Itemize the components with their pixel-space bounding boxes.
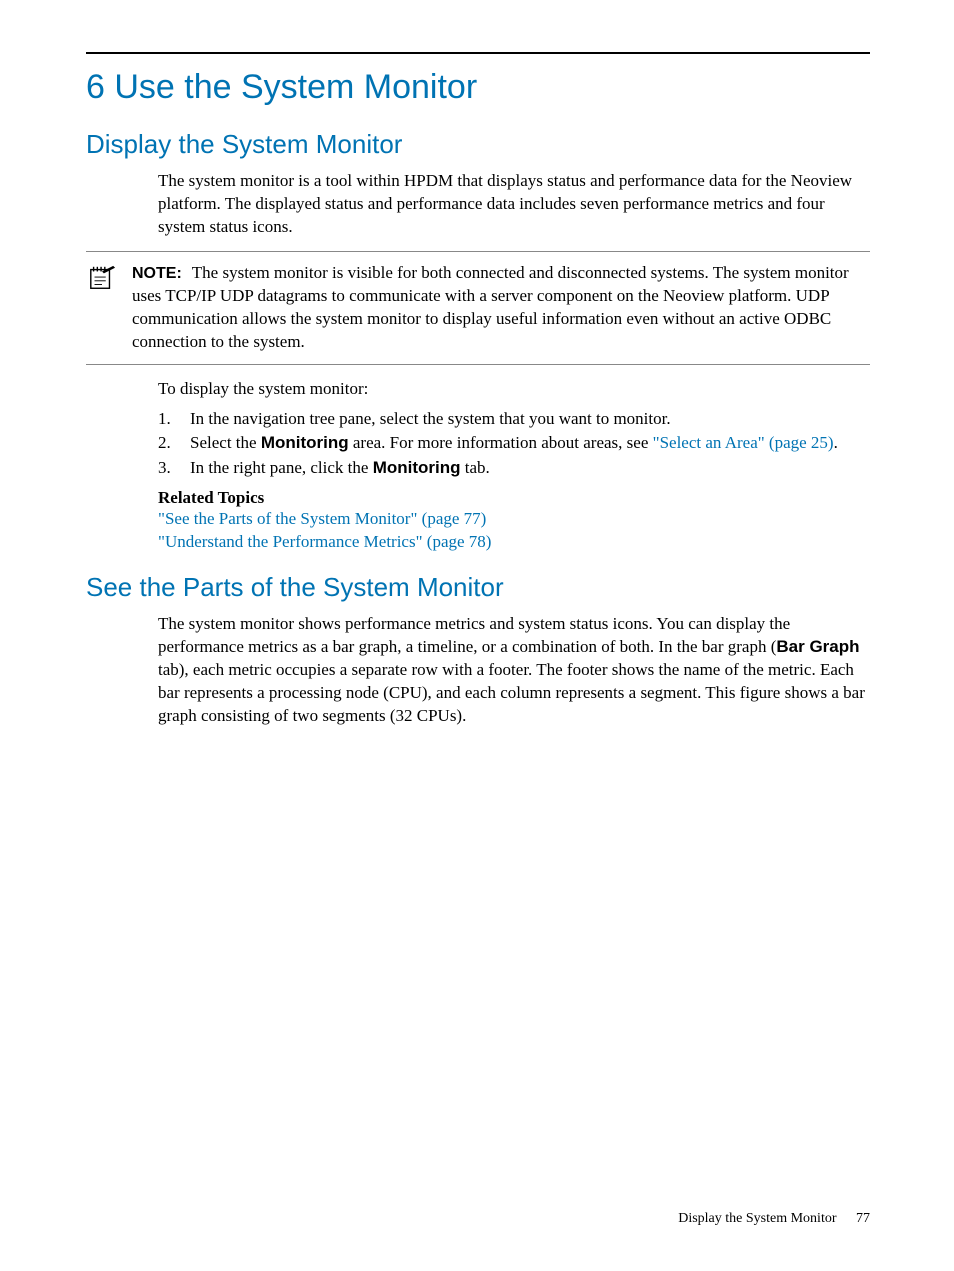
footer-section-name: Display the System Monitor xyxy=(678,1211,836,1226)
step-3: In the right pane, click the Monitoring … xyxy=(158,456,870,481)
note-text: NOTE:The system monitor is visible for b… xyxy=(132,262,870,354)
related-link-parts[interactable]: "See the Parts of the System Monitor" (p… xyxy=(158,508,870,531)
chapter-title: 6 Use the System Monitor xyxy=(86,68,870,107)
steps-intro: To display the system monitor: xyxy=(158,379,870,399)
note-box: NOTE:The system monitor is visible for b… xyxy=(86,251,870,365)
related-topics-heading: Related Topics xyxy=(158,488,870,508)
step-1: In the navigation tree pane, select the … xyxy=(158,407,870,432)
note-icon xyxy=(87,264,117,297)
page-footer: Display the System Monitor 77 xyxy=(678,1211,870,1227)
section-display-monitor-title: Display the System Monitor xyxy=(86,129,870,160)
steps-list: In the navigation tree pane, select the … xyxy=(158,407,870,481)
section-parts-title: See the Parts of the System Monitor xyxy=(86,572,870,603)
top-horizontal-rule xyxy=(86,52,870,54)
footer-page-number: 77 xyxy=(856,1211,870,1226)
step-2: Select the Monitoring area. For more inf… xyxy=(158,431,870,456)
related-link-metrics[interactable]: "Understand the Performance Metrics" (pa… xyxy=(158,531,870,554)
section1-intro-paragraph: The system monitor is a tool within HPDM… xyxy=(158,170,870,239)
note-label: NOTE: xyxy=(132,265,182,282)
section2-paragraph: The system monitor shows performance met… xyxy=(158,613,870,728)
link-select-an-area[interactable]: "Select an Area" (page 25) xyxy=(653,433,834,452)
